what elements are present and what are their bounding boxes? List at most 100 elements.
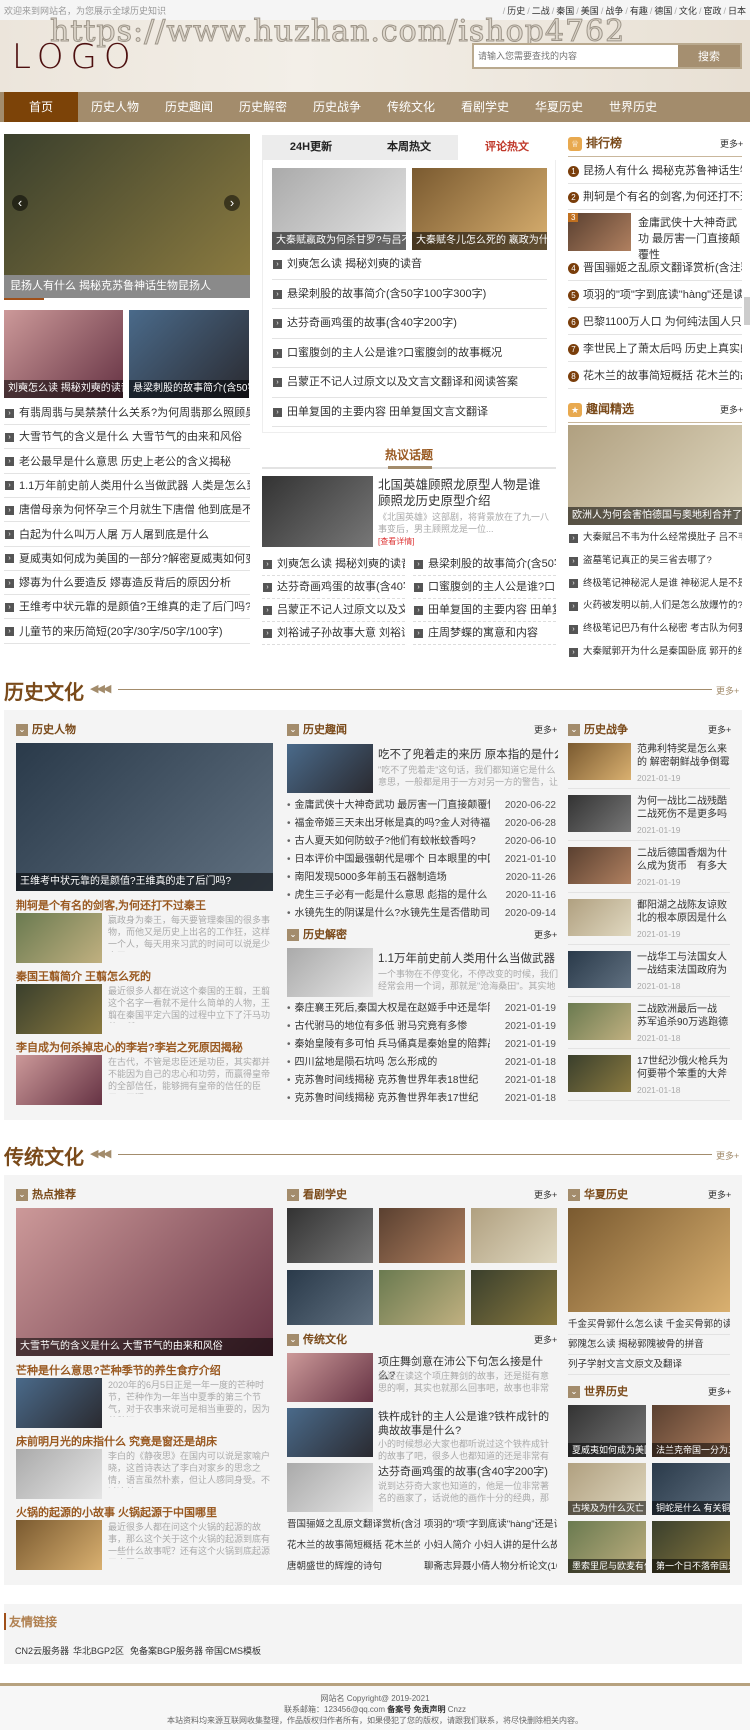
drama-image[interactable]: [287, 1270, 373, 1325]
war-item-title[interactable]: 为何一战比二战残酷 二战死伤不是更多吗: [637, 795, 731, 821]
list-item[interactable]: › 口蜜腹剑的主人公是谁?口蜜腹剑的故事概况: [272, 339, 547, 368]
list-item[interactable]: • 秦始皇陵有多可怕 兵马俑真是秦始皇的陪葬品 2021-01-19: [287, 1036, 556, 1054]
tradition-image[interactable]: [287, 1463, 373, 1512]
list-item-title[interactable]: 古代驸马的地位有多低 驸马究竟有多惨: [295, 1018, 468, 1036]
nav-item[interactable]: 历史战争: [300, 92, 374, 122]
list-item[interactable]: › 嫪毐为什么要造反 嫪毐造反背后的原因分析: [4, 571, 250, 596]
list-item[interactable]: • 水镜先生的阴谋是什么?水镜先生是否借助司 2020-09-14: [287, 905, 556, 923]
list-item-title[interactable]: 水镜先生的阴谋是什么?水镜先生是否借助司: [295, 905, 490, 923]
list-item-title[interactable]: 吕蒙正不记人过原文以及文言文翻译和阅读答案: [287, 376, 518, 388]
logo[interactable]: LOGO: [12, 37, 138, 77]
nav-item[interactable]: 历史解密: [226, 92, 300, 122]
feature-title[interactable]: 达芬奇画鸡蛋的故事(含40字200字): [378, 1465, 556, 1479]
list-item-title[interactable]: 大秦赋郭开为什么是秦国卧底 郭开的结局: [583, 646, 742, 657]
list-item[interactable]: • 福金帝姬三天未出牙帐是真的吗?金人对待福 2020-06-28: [287, 815, 556, 833]
list-item[interactable]: › 儿童节的来历简短(20字/30字/50字/100字): [4, 620, 250, 644]
feature-title[interactable]: 吃不了兜着走的来历 原本指的是什么: [378, 746, 558, 762]
nav-item[interactable]: 华夏历史: [522, 92, 596, 122]
image-caption[interactable]: 大秦赋嬴政为何杀甘罗?与吕不韦有什么关系: [272, 232, 406, 250]
war-thumb[interactable]: [568, 795, 631, 832]
more-link[interactable]: 更多+: [534, 723, 557, 736]
icp-link[interactable]: 备案号: [387, 1705, 411, 1714]
list-item[interactable]: › 口蜜腹剑的主人公是谁?口蜜: [413, 576, 556, 599]
list-item-title[interactable]: 南阳发现5000多年前玉石器制造场: [295, 869, 447, 887]
slider-next-button[interactable]: ›: [224, 195, 240, 211]
list-item[interactable]: 千金买骨郭什么怎么读 千金买骨郭的读音: [568, 1315, 730, 1335]
drama-image[interactable]: [379, 1270, 465, 1325]
list-item-title[interactable]: 口蜜腹剑的主人公是谁?口蜜腹剑的故事概况: [287, 347, 502, 359]
war-thumb[interactable]: [568, 899, 631, 936]
hot-image[interactable]: 大雪节气的含义是什么 大雪节气的由来和风俗: [16, 1208, 273, 1356]
more-link[interactable]: 更多+: [720, 137, 743, 150]
list-item[interactable]: • 克苏鲁时间线揭秘 克苏鲁世界年表18世纪 2021-01-18: [287, 1072, 556, 1090]
fun-image[interactable]: 欧洲人为何会害怕德国与奥地利合并了?: [568, 425, 742, 525]
search-input[interactable]: [474, 45, 674, 67]
image-caption[interactable]: 铜蛇是什么 有关铜蛇的: [652, 1501, 730, 1515]
more-link[interactable]: 更多+: [716, 1149, 739, 1162]
ranking-item[interactable]: 4 晋国骊姬之乱原文翻译赏析(含注释): [568, 255, 742, 281]
more-link[interactable]: 更多+: [534, 928, 557, 941]
list-item[interactable]: › 吕蒙正不记人过原文以及文言: [262, 599, 405, 622]
list-item[interactable]: › 火药被发明以前,人们是怎么放爆竹的?: [568, 595, 742, 618]
list-item-title[interactable]: 大雪节气的含义是什么 大雪节气的由来和风俗: [19, 431, 242, 443]
ranking-item-title[interactable]: 花木兰的故事简短概括 花木兰的故: [583, 370, 742, 382]
list-item[interactable]: › 刘奭怎么读 揭秘刘奭的读音: [262, 553, 405, 576]
list-item[interactable]: • 日本评价中国最强朝代是哪个 日本眼里的中国 2021-01-10: [287, 851, 556, 869]
war-thumb[interactable]: [568, 847, 631, 884]
top-link[interactable]: 宦政: [703, 6, 721, 16]
list-item-title[interactable]: 口蜜腹剑的主人公是谁?口蜜: [428, 581, 556, 593]
image-caption[interactable]: 大雪节气的含义是什么 大雪节气的由来和风俗: [16, 1338, 273, 1356]
more-link[interactable]: 更多+: [708, 723, 731, 736]
list-item[interactable]: › 田单复国的主要内容 田单复国: [413, 599, 556, 622]
article-title[interactable]: 荆轲是个有名的剑客,为何还打不过秦王: [16, 897, 206, 913]
list-item-title[interactable]: 田单复国的主要内容 田单复国文言文翻译: [287, 406, 488, 418]
article-thumb[interactable]: [16, 913, 102, 963]
hot-topic-more-link[interactable]: [查看详情]: [378, 536, 414, 547]
list-item-title[interactable]: 终极笔记巴乃有什么秘密 考古队为何要来: [583, 623, 742, 634]
image-caption[interactable]: 墨索里尼与欧麦有什么: [568, 1559, 646, 1573]
disclaimer-link[interactable]: 免责声明: [414, 1705, 446, 1714]
list-item[interactable]: › 田单复国的主要内容 田单复国文言文翻译: [272, 398, 547, 427]
more-link[interactable]: 更多+: [708, 1188, 731, 1201]
war-thumb[interactable]: [568, 743, 631, 780]
nav-item[interactable]: 历史人物: [78, 92, 152, 122]
image-caption[interactable]: 悬梁刺股的故事简介(含50字100字300字): [129, 380, 249, 398]
world-image[interactable]: 铜蛇是什么 有关铜蛇的: [652, 1463, 730, 1515]
tab[interactable]: 评论热文: [458, 135, 556, 160]
list-item-title[interactable]: 金庸武侠十大神奇武功 最厉害一门直接颠覆性: [295, 797, 490, 815]
nav-item[interactable]: 世界历史: [596, 92, 670, 122]
list-item-title[interactable]: 王维考中状元靠的是颜值?王维真的走了后门吗?: [19, 601, 250, 613]
top-link[interactable]: 日本: [728, 6, 746, 16]
ranking-item[interactable]: 1 昆扬人有什么 揭秘克苏鲁神话生物: [568, 158, 742, 184]
image-caption[interactable]: 欧洲人为何会害怕德国与奥地利合并了?: [568, 507, 742, 525]
ranking-item[interactable]: 7 李世民上了萧太后吗 历史上真实的: [568, 336, 742, 362]
feature-image[interactable]: [287, 744, 373, 793]
list-item[interactable]: • 古代驸马的地位有多低 驸马究竟有多惨 2021-01-19: [287, 1018, 556, 1036]
list-item[interactable]: › 大秦赋吕不韦为什么经常摸肚子 吕不韦摸: [568, 527, 742, 550]
article-thumb[interactable]: [16, 1378, 102, 1428]
list-item[interactable]: › 吕蒙正不记人过原文以及文言文翻译和阅读答案: [272, 368, 547, 398]
war-item-title[interactable]: 二战后德国香烟为什么成为货币 有多大的购: [637, 847, 731, 873]
article-title[interactable]: 火锅的起源的小故事 火锅起源于中国哪里: [16, 1504, 217, 1520]
list-item[interactable]: • 南阳发现5000多年前玉石器制造场 2020-11-26: [287, 869, 556, 887]
article-thumb[interactable]: [16, 1520, 102, 1570]
image-caption[interactable]: 法兰克帝国一分为三分: [652, 1443, 730, 1457]
image-caption[interactable]: 夏威夷如何成为美国的: [568, 1443, 646, 1457]
list-item-title[interactable]: 唐僧母亲为何怀孕三个月就生下唐僧 他到底是不是陈: [19, 504, 250, 516]
image-caption[interactable]: 古埃及为什么灭亡: [568, 1501, 646, 1515]
feature-title[interactable]: 1.1万年前史前人类用什么当做武器: [378, 950, 558, 966]
list-item-title[interactable]: 秦庄襄王死后,秦国大权是在赵姬手中还是华阳: [295, 1000, 490, 1018]
tab-thumb-image[interactable]: 大秦赋冬儿怎么死的 嬴政为什么要杀冬儿: [412, 168, 547, 250]
list-item[interactable]: › 终极笔记神秘泥人是谁 神秘泥人是不是陈: [568, 573, 742, 596]
article-title[interactable]: 李自成为何杀掉忠心的李岩?李岩之死原因揭秘: [16, 1039, 243, 1055]
slider-caption[interactable]: 昆扬人有什么 揭秘克苏鲁神话生物昆扬人: [4, 275, 250, 298]
feature-title[interactable]: 铁杵成针的主人公是谁?铁杵成针的典故故事是什么?: [378, 1410, 556, 1438]
ranking-item-title[interactable]: 荆轲是个有名的剑客,为何还打不过: [583, 191, 742, 203]
article-thumb[interactable]: [16, 1055, 102, 1105]
war-thumb[interactable]: [568, 951, 631, 988]
tradition-link[interactable]: 唐朝盛世的辉煌的诗句: [287, 1558, 420, 1576]
list-item-title[interactable]: 盗墓笔记真正的吴三省去哪了?: [583, 555, 712, 566]
list-item-title[interactable]: 嫪毐为什么要造反 嫪毐造反背后的原因分析: [19, 577, 231, 589]
list-item[interactable]: 列子学射文言文原文及翻译: [568, 1355, 730, 1375]
list-item-title[interactable]: 日本评价中国最强朝代是哪个 日本眼里的中国: [295, 851, 490, 869]
